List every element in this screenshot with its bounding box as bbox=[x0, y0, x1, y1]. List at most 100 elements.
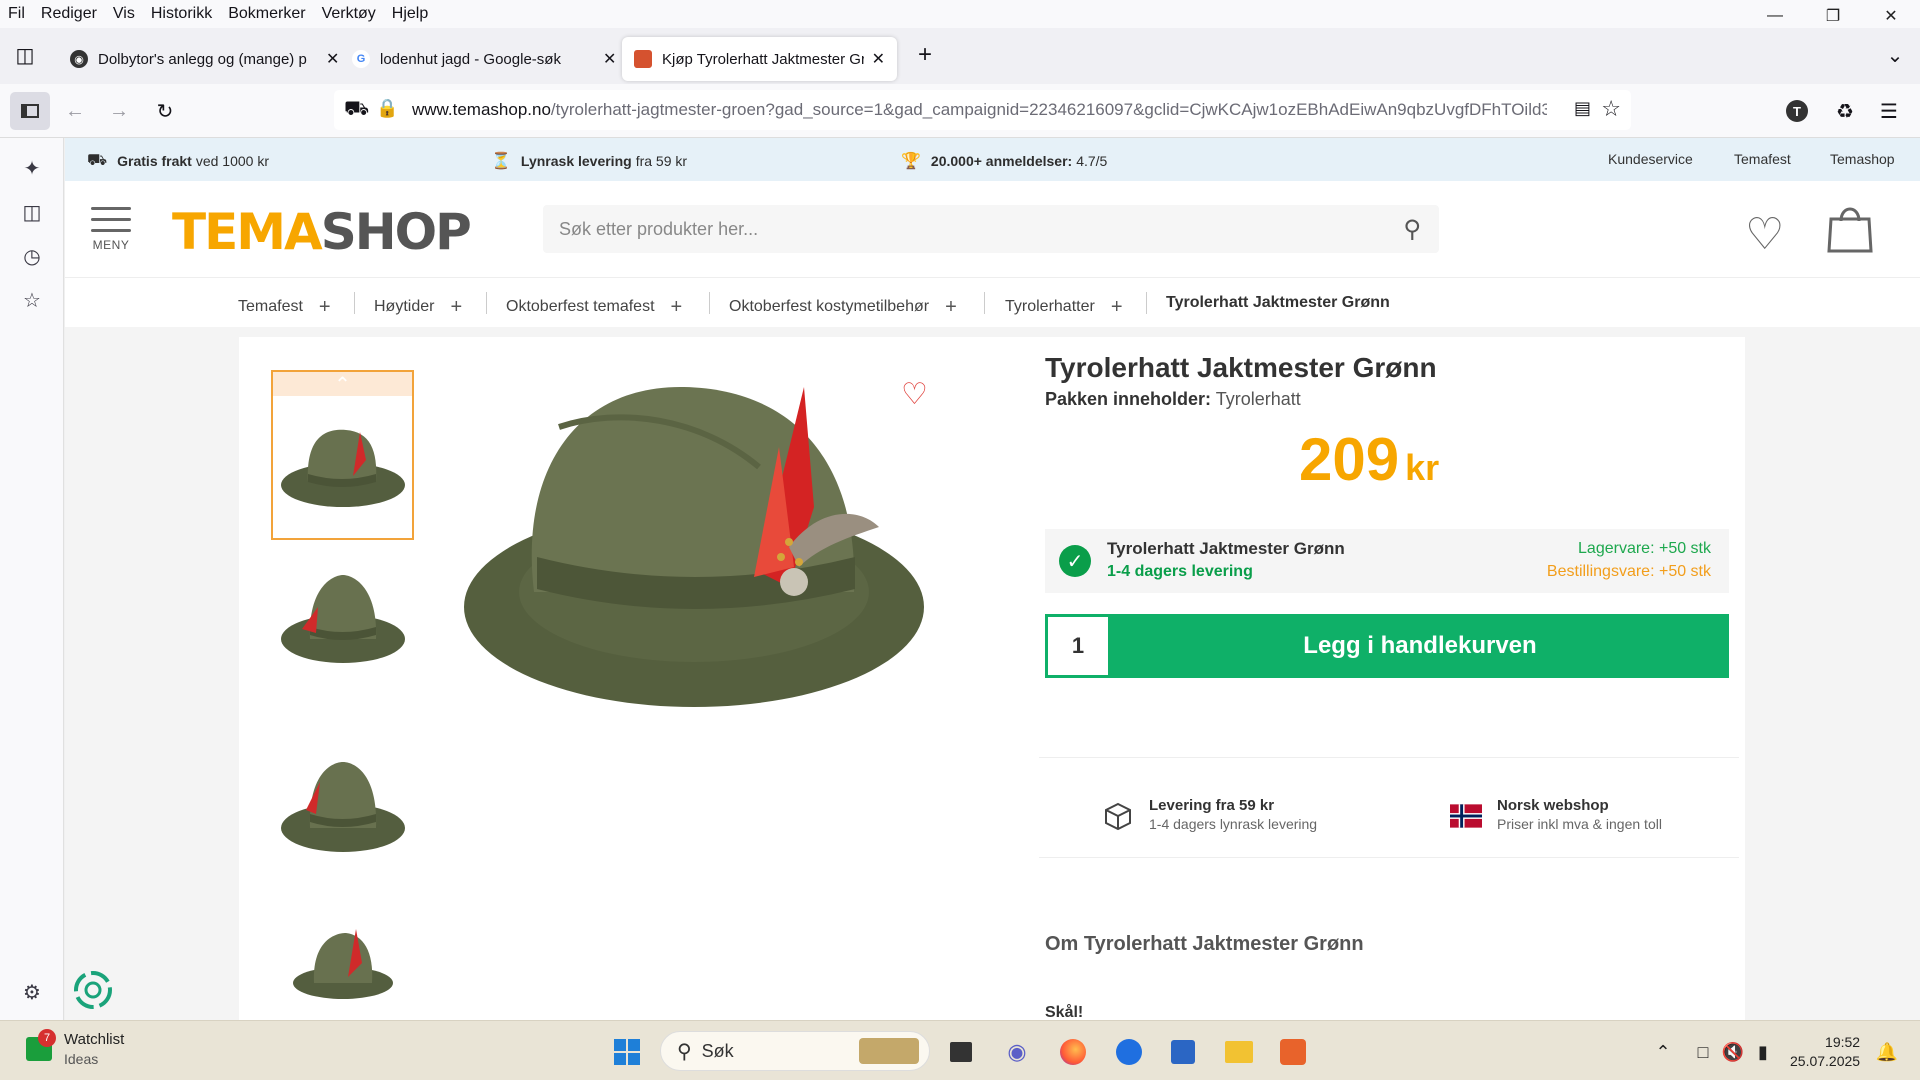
app-icon[interactable] bbox=[1276, 1035, 1310, 1069]
thunderbird-icon[interactable] bbox=[1112, 1035, 1146, 1069]
task-view-icon[interactable] bbox=[944, 1035, 978, 1069]
bookmarks-icon[interactable]: ☆ bbox=[18, 286, 46, 314]
product-main-image[interactable] bbox=[459, 367, 929, 717]
battery-icon[interactable]: ▮ bbox=[1746, 1035, 1780, 1069]
search-icon[interactable]: ⚲ bbox=[1403, 215, 1421, 244]
link-temashop[interactable]: Temashop bbox=[1830, 151, 1895, 167]
extensions-icon[interactable]: ♻ bbox=[1832, 98, 1858, 124]
sidebar-icon bbox=[21, 104, 39, 118]
watchlist-title[interactable]: Watchlist bbox=[64, 1031, 124, 1048]
wishlist-heart-icon[interactable]: ♡ bbox=[1745, 209, 1784, 260]
close-tab-icon[interactable]: ✕ bbox=[872, 49, 885, 69]
expand-plus-icon[interactable]: + bbox=[671, 296, 683, 318]
taskbar-search-input[interactable]: ⚲ Søk bbox=[660, 1031, 930, 1071]
in-stock-status: Lagervare: +50 stk bbox=[1578, 540, 1711, 557]
menu-history[interactable]: Historikk bbox=[143, 5, 220, 23]
teams-icon[interactable]: ◉ bbox=[1000, 1035, 1034, 1069]
quantity-input[interactable]: 1 bbox=[1045, 614, 1111, 678]
reader-view-icon[interactable]: ▤ bbox=[1574, 98, 1591, 119]
store-icon[interactable] bbox=[1166, 1035, 1200, 1069]
tab-google[interactable]: G lodenhut jagd - Google-søk ✕ bbox=[340, 37, 628, 81]
url-bar[interactable]: ⛟ 🔒 www.temashop.no/tyrolerhatt-jagtmest… bbox=[334, 90, 1631, 130]
thumbnail-2[interactable] bbox=[271, 537, 414, 707]
close-tab-icon[interactable]: ✕ bbox=[603, 49, 616, 69]
forward-icon[interactable]: → bbox=[106, 98, 132, 124]
tab-overview-icon[interactable]: ◫ bbox=[12, 42, 38, 68]
settings-gear-icon[interactable]: ⚙ bbox=[18, 978, 46, 1006]
shield-icon[interactable]: ⛟ bbox=[344, 98, 369, 123]
menu-file[interactable]: Fil bbox=[0, 5, 33, 23]
usp-strip: ⛟ Gratis frakt ved 1000 kr ⏳ Lynrask lev… bbox=[65, 138, 1920, 181]
expand-plus-icon[interactable]: + bbox=[450, 296, 462, 318]
menu-bookmarks[interactable]: Bokmerker bbox=[220, 5, 313, 23]
reload-icon[interactable]: ↻ bbox=[152, 98, 178, 124]
product-title: Tyrolerhatt Jaktmester Grønn bbox=[1045, 352, 1437, 383]
chat-widget-icon[interactable] bbox=[73, 970, 113, 1010]
record-icon: ◉ bbox=[70, 50, 88, 68]
menu-view[interactable]: Vis bbox=[105, 5, 143, 23]
link-kundeservice[interactable]: Kundeservice bbox=[1608, 151, 1693, 167]
product-search-input[interactable]: Søk etter produkter her... ⚲ bbox=[543, 205, 1439, 253]
sidebar-toggle-button[interactable] bbox=[10, 92, 50, 130]
shopping-bag-icon[interactable] bbox=[1827, 203, 1873, 253]
watchlist-badge: 7 bbox=[38, 1029, 56, 1047]
web-page: ⛟ Gratis frakt ved 1000 kr ⏳ Lynrask lev… bbox=[65, 138, 1920, 1020]
system-clock[interactable]: 19:52 25.07.2025 bbox=[1790, 1033, 1860, 1071]
menu-edit[interactable]: Rediger bbox=[33, 5, 105, 23]
thumbnail-1[interactable]: ⌃ bbox=[271, 370, 414, 540]
menu-tools[interactable]: Verktøy bbox=[314, 5, 384, 23]
breadcrumb-hoytider[interactable]: Høytider + bbox=[374, 294, 462, 318]
search-highlight-icon bbox=[859, 1038, 919, 1064]
package-box-icon bbox=[1101, 799, 1135, 833]
breadcrumb-kostymetilbehor[interactable]: Oktoberfest kostymetilbehør + bbox=[729, 294, 957, 318]
file-explorer-icon[interactable] bbox=[1222, 1035, 1256, 1069]
bookmark-star-icon[interactable]: ☆ bbox=[1601, 96, 1621, 122]
expand-plus-icon[interactable]: + bbox=[1111, 296, 1123, 318]
add-to-cart-button[interactable]: Legg i handlekurven bbox=[1111, 614, 1729, 678]
hat-thumbnail-image bbox=[280, 429, 405, 507]
thumbnail-4[interactable] bbox=[271, 905, 414, 1020]
menu-bar: Fil Rediger Vis Historikk Bokmerker Verk… bbox=[0, 0, 1920, 28]
breadcrumb-oktoberfest-temafest[interactable]: Oktoberfest temafest + bbox=[506, 294, 683, 318]
close-tab-icon[interactable]: ✕ bbox=[326, 49, 339, 69]
hat-thumbnail-image bbox=[280, 762, 405, 852]
firefox-icon[interactable] bbox=[1056, 1035, 1090, 1069]
browser-sidebar: ✦ ◫ ◷ ☆ ⚙ bbox=[0, 138, 64, 1020]
fast-delivery-icon: ⏳ bbox=[491, 153, 511, 170]
site-header: MENY TEMASHOP Søk etter produkter her...… bbox=[65, 181, 1920, 277]
thumbnail-3[interactable] bbox=[271, 722, 414, 892]
account-icon[interactable]: T bbox=[1786, 100, 1808, 122]
ai-chat-icon[interactable]: ✦ bbox=[18, 154, 46, 182]
lock-icon[interactable]: 🔒 bbox=[376, 98, 398, 119]
list-tabs-icon[interactable]: ⌄ bbox=[1882, 42, 1908, 68]
google-icon: G bbox=[352, 50, 370, 68]
app-menu-icon[interactable]: ☰ bbox=[1876, 98, 1902, 124]
breadcrumb-tyrolerhatter[interactable]: Tyrolerhatter + bbox=[1005, 294, 1123, 318]
history-icon[interactable]: ◷ bbox=[18, 242, 46, 270]
tab-temashop[interactable]: Kjøp Tyrolerhatt Jaktmester Grø ✕ bbox=[622, 37, 897, 81]
temashop-icon bbox=[634, 50, 652, 68]
volume-muted-icon[interactable]: 🔇 bbox=[1716, 1035, 1750, 1069]
link-temafest[interactable]: Temafest bbox=[1734, 151, 1791, 167]
add-to-wishlist-heart-icon[interactable]: ♡ bbox=[901, 377, 928, 412]
windows-start-icon[interactable] bbox=[610, 1035, 644, 1069]
menu-help[interactable]: Hjelp bbox=[384, 5, 436, 23]
network-icon[interactable]: □ bbox=[1686, 1035, 1720, 1069]
product-card: ⌃ ♡ Tyrolerhatt Jaktmester Grønn Pakken … bbox=[239, 337, 1745, 1020]
breadcrumb-temafest[interactable]: Temafest + bbox=[238, 294, 331, 318]
expand-plus-icon[interactable]: + bbox=[319, 296, 331, 318]
search-icon: ⚲ bbox=[677, 1040, 692, 1063]
back-icon[interactable]: ← bbox=[62, 98, 88, 124]
hat-thumbnail-image bbox=[280, 575, 405, 663]
watchlist-sub: Ideas bbox=[64, 1051, 99, 1067]
notification-bell-icon[interactable]: 🔔 bbox=[1870, 1035, 1904, 1069]
synced-tabs-icon[interactable]: ◫ bbox=[18, 198, 46, 226]
expand-plus-icon[interactable]: + bbox=[945, 296, 957, 318]
temashop-logo[interactable]: TEMASHOP bbox=[172, 203, 472, 261]
breadcrumb-current: Tyrolerhatt Jaktmester Grønn bbox=[1166, 294, 1390, 311]
chevron-up-icon[interactable]: ⌃ bbox=[273, 372, 412, 396]
new-tab-icon[interactable]: + bbox=[912, 41, 938, 68]
menu-button[interactable]: MENY bbox=[91, 207, 131, 252]
tray-expand-icon[interactable]: ⌃ bbox=[1646, 1035, 1680, 1069]
tab-dolbytor[interactable]: ◉ Dolbytor's anlegg og (mange) p ✕ bbox=[58, 37, 351, 81]
